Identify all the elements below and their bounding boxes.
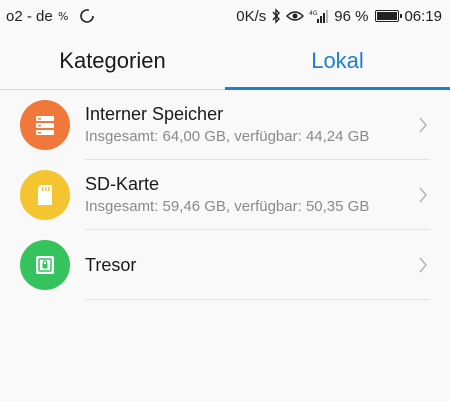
network-type-label: 4G [309, 10, 318, 17]
status-bar: o2 - de % 0K/s 4G 96 % 06:19 [0, 0, 450, 32]
carrier-label: o2 - de [6, 7, 53, 25]
storage-item-title: SD-Karte [85, 174, 160, 194]
storage-item-subtitle: Insgesamt: 59,46 GB, verfügbar: 50,35 GB [85, 198, 370, 215]
percent-icon: % [58, 9, 74, 23]
storage-item-title: Interner Speicher [85, 104, 224, 124]
storage-list: Interner Speicher Insgesamt: 64,00 GB, v… [0, 90, 450, 300]
storage-item-internal[interactable]: Interner Speicher Insgesamt: 64,00 GB, v… [0, 90, 450, 160]
chevron-right-icon [416, 185, 430, 205]
tab-lokal-label: Lokal [311, 47, 364, 73]
loading-circle-icon [79, 8, 95, 24]
sd-card-icon [20, 170, 70, 220]
bluetooth-icon [271, 8, 281, 24]
battery-percent: 96 % [334, 7, 369, 25]
battery-icon [375, 10, 403, 22]
storage-item-tresor[interactable]: Tresor [0, 230, 450, 300]
storage-item-subtitle: Insgesamt: 64,00 GB, verfügbar: 44,24 GB [85, 128, 370, 145]
chevron-right-icon [416, 255, 430, 275]
chevron-right-icon [416, 115, 430, 135]
network-speed: 0K/s [236, 7, 267, 25]
clock: 06:19 [404, 7, 442, 25]
svg-text:%: % [58, 10, 68, 23]
signal-icon: 4G [309, 9, 329, 23]
tab-kategorien[interactable]: Kategorien [0, 32, 225, 89]
tab-lokal[interactable]: Lokal [225, 32, 450, 90]
storage-item-title: Tresor [85, 255, 137, 275]
server-icon [20, 100, 70, 150]
safe-icon [20, 240, 70, 290]
storage-item-sd-card[interactable]: SD-Karte Insgesamt: 59,46 GB, verfügbar:… [0, 160, 450, 230]
tab-kategorien-label: Kategorien [59, 47, 166, 73]
eye-icon [286, 10, 305, 22]
tab-bar: Kategorien Lokal [0, 32, 450, 90]
